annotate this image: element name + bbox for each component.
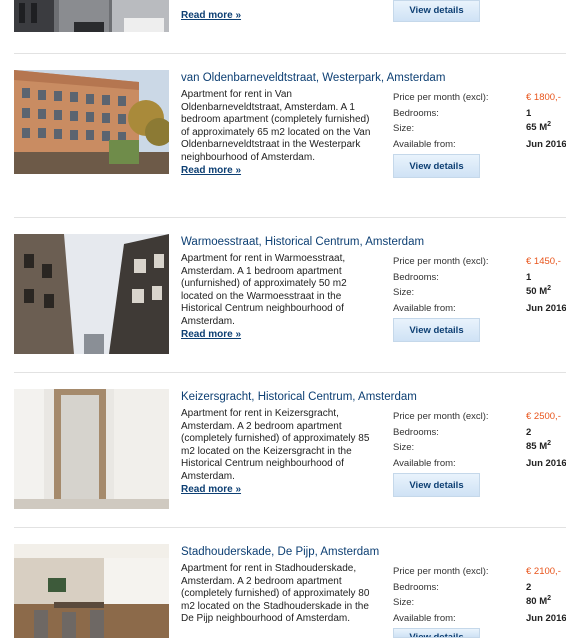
- available-label: Available from:: [393, 139, 456, 150]
- listing-title[interactable]: Keizersgracht, Historical Centrum, Amste…: [181, 391, 417, 403]
- separator: [14, 372, 566, 373]
- available-label: Available from:: [393, 613, 456, 624]
- bedrooms-label: Bedrooms:: [393, 582, 439, 593]
- price-value: € 2500,-: [526, 411, 561, 422]
- price-label: Price per month (excl):: [393, 566, 489, 577]
- bedrooms-value: 2: [526, 427, 532, 438]
- listing-photo[interactable]: [14, 70, 169, 174]
- read-more-link[interactable]: Read more »: [181, 10, 241, 21]
- view-details-button[interactable]: View details: [393, 318, 480, 342]
- price-value: € 1800,-: [526, 92, 561, 103]
- available-label: Available from:: [393, 303, 456, 314]
- description-text: Apartment for rent in Warmoesstraat, Ams…: [181, 253, 347, 327]
- size-label: Size:: [393, 597, 415, 608]
- bedrooms-value: 1: [526, 108, 532, 119]
- size-value: 65 M2: [526, 121, 552, 134]
- listing-description: Apartment for rent in Keizersgracht, Ams…: [181, 408, 371, 496]
- listing-title[interactable]: van Oldenbarneveldtstraat, Westerpark, A…: [181, 72, 445, 84]
- price-label: Price per month (excl):: [393, 92, 489, 103]
- listing-photo[interactable]: [14, 389, 169, 509]
- bedrooms-label: Bedrooms:: [393, 108, 439, 119]
- description-text: Apartment for rent in Stadhouderskade, A…: [181, 563, 370, 625]
- available-value: Jun 2016: [526, 613, 566, 624]
- price-value: € 2100,-: [526, 566, 561, 577]
- size-label: Size:: [393, 442, 415, 453]
- available-value: Jun 2016: [526, 458, 566, 469]
- listing-photo[interactable]: [14, 234, 169, 354]
- listing-photo[interactable]: [14, 0, 169, 32]
- separator: [14, 217, 566, 218]
- listing-title[interactable]: Stadhouderskade, De Pijp, Amsterdam: [181, 546, 379, 558]
- listing-photo[interactable]: [14, 544, 169, 638]
- view-details-button[interactable]: View details: [393, 628, 480, 638]
- separator: [14, 527, 566, 528]
- available-label: Available from:: [393, 458, 456, 469]
- bedrooms-value: 1: [526, 272, 532, 283]
- listing-description: Apartment for rent in Van Oldenbarneveld…: [181, 89, 371, 177]
- size-value: 85 M2: [526, 440, 552, 453]
- size-label: Size:: [393, 287, 415, 298]
- price-label: Price per month (excl):: [393, 411, 489, 422]
- available-value: Jun 2016: [526, 303, 566, 314]
- view-details-button[interactable]: View details: [393, 154, 480, 178]
- listing-title[interactable]: Warmoesstraat, Historical Centrum, Amste…: [181, 236, 424, 248]
- listing-description: Apartment for rent in Stadhouderskade, A…: [181, 563, 371, 626]
- bedrooms-label: Bedrooms:: [393, 272, 439, 283]
- available-value: Jun 2016: [526, 139, 566, 150]
- size-value: 80 M2: [526, 595, 552, 608]
- size-label: Size:: [393, 123, 415, 134]
- price-label: Price per month (excl):: [393, 256, 489, 267]
- read-more-link[interactable]: Read more »: [181, 484, 371, 497]
- bedrooms-label: Bedrooms:: [393, 427, 439, 438]
- read-more-link[interactable]: Read more »: [181, 329, 371, 342]
- separator: [14, 53, 566, 54]
- description-text: Apartment for rent in Keizersgracht, Ams…: [181, 408, 370, 482]
- view-details-button[interactable]: View details: [393, 0, 480, 22]
- price-value: € 1450,-: [526, 256, 561, 267]
- view-details-button[interactable]: View details: [393, 473, 480, 497]
- listing-description: Apartment for rent in Warmoesstraat, Ams…: [181, 253, 371, 341]
- bedrooms-value: 2: [526, 582, 532, 593]
- size-value: 50 M2: [526, 285, 552, 298]
- read-more-link[interactable]: Read more »: [181, 165, 371, 178]
- description-text: Apartment for rent in Van Oldenbarneveld…: [181, 89, 371, 163]
